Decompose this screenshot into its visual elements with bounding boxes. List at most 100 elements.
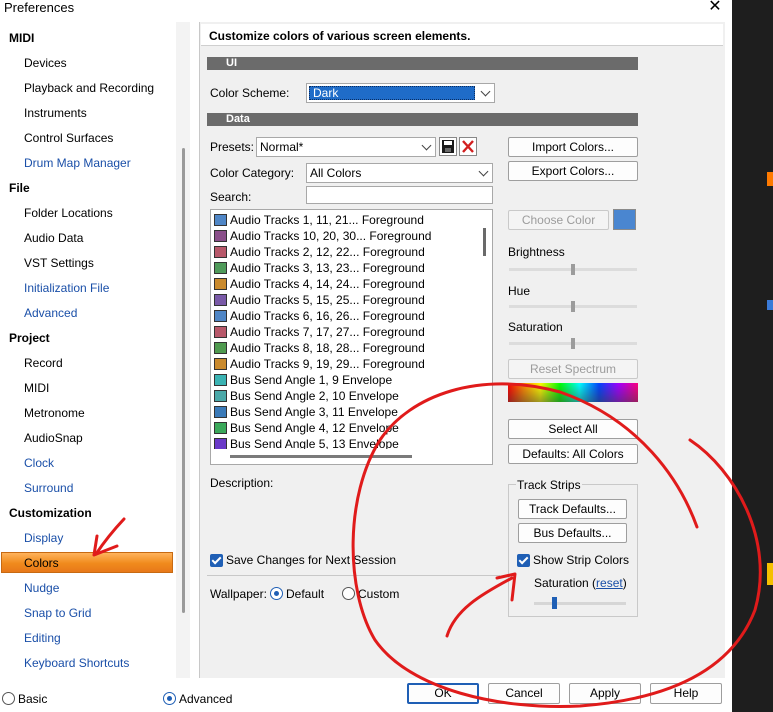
color-swatch bbox=[214, 230, 227, 242]
close-icon[interactable]: ✕ bbox=[706, 0, 724, 16]
nav-item-colors[interactable]: Colors bbox=[24, 556, 59, 570]
background-app-strip bbox=[732, 0, 773, 712]
list-item-label: Audio Tracks 3, 13, 23... Foreground bbox=[230, 261, 425, 275]
nav-section-header: Project bbox=[9, 331, 50, 345]
save-changes-checkbox[interactable] bbox=[210, 554, 223, 567]
color-spectrum-shade bbox=[508, 383, 638, 402]
color-swatch bbox=[214, 422, 227, 434]
list-item-label: Bus Send Angle 2, 10 Envelope bbox=[230, 389, 399, 403]
search-label: Search: bbox=[210, 190, 252, 204]
ui-section-bar: UI bbox=[207, 57, 638, 70]
nav-section-header: Customization bbox=[9, 506, 92, 520]
chosen-color-swatch[interactable] bbox=[613, 209, 636, 230]
saturation-label: Saturation bbox=[508, 320, 563, 334]
wallpaper-custom-radio[interactable] bbox=[342, 587, 355, 600]
description-label: Description: bbox=[210, 476, 274, 490]
import-colors-button[interactable]: Import Colors... bbox=[508, 137, 638, 157]
color-swatch bbox=[214, 262, 227, 274]
nav-item-advanced[interactable]: Advanced bbox=[24, 306, 77, 320]
nav-item-instruments[interactable]: Instruments bbox=[24, 106, 87, 120]
section-label: UI bbox=[226, 57, 237, 69]
list-item-label: Audio Tracks 10, 20, 30... Foreground bbox=[230, 229, 432, 243]
list-item-label: Bus Send Angle 1, 9 Envelope bbox=[230, 373, 393, 387]
nav-item-playback-and-recording[interactable]: Playback and Recording bbox=[24, 81, 154, 95]
nav-item-nudge[interactable]: Nudge bbox=[24, 581, 59, 595]
apply-button[interactable]: Apply bbox=[569, 683, 641, 704]
show-strip-colors-checkbox[interactable] bbox=[517, 554, 530, 567]
nav-item-clock[interactable]: Clock bbox=[24, 456, 54, 470]
brightness-label: Brightness bbox=[508, 245, 565, 259]
red-x-icon bbox=[462, 140, 474, 153]
nav-item-audiosnap[interactable]: AudioSnap bbox=[24, 431, 83, 445]
delete-preset-button[interactable] bbox=[459, 137, 477, 156]
background-accent bbox=[767, 172, 773, 186]
nav-item-control-surfaces[interactable]: Control Surfaces bbox=[24, 131, 113, 145]
nav-item-midi[interactable]: MIDI bbox=[24, 381, 49, 395]
background-accent bbox=[767, 563, 773, 585]
color-swatch bbox=[214, 246, 227, 258]
strip-saturation-paren: ) bbox=[622, 576, 627, 590]
color-swatch bbox=[214, 294, 227, 306]
basic-mode-radio[interactable] bbox=[2, 692, 15, 705]
nav-item-vst-settings[interactable]: VST Settings bbox=[24, 256, 94, 270]
help-button[interactable]: Help bbox=[650, 683, 722, 704]
chevron-down-icon bbox=[421, 140, 432, 151]
preferences-nav bbox=[0, 22, 191, 678]
select-all-button[interactable]: Select All bbox=[508, 419, 638, 439]
nav-item-devices[interactable]: Devices bbox=[24, 56, 67, 70]
bus-defaults-button[interactable]: Bus Defaults... bbox=[518, 523, 627, 543]
list-item-label: Audio Tracks 9, 19, 29... Foreground bbox=[230, 357, 425, 371]
search-input[interactable] bbox=[306, 186, 493, 204]
nav-item-drum-map-manager[interactable]: Drum Map Manager bbox=[24, 156, 131, 170]
nav-item-keyboard-shortcuts[interactable]: Keyboard Shortcuts bbox=[24, 656, 129, 670]
presets-select[interactable]: Normal* bbox=[256, 137, 436, 157]
floppy-disk-icon bbox=[442, 140, 454, 153]
saturation-slider-thumb[interactable] bbox=[571, 338, 575, 349]
color-scheme-select[interactable]: Dark bbox=[306, 83, 495, 103]
nav-item-display[interactable]: Display bbox=[24, 531, 63, 545]
list-item-label: Audio Tracks 1, 11, 21... Foreground bbox=[230, 213, 424, 227]
nav-item-audio-data[interactable]: Audio Data bbox=[24, 231, 83, 245]
advanced-mode-radio[interactable] bbox=[163, 692, 176, 705]
wallpaper-default-radio[interactable] bbox=[270, 587, 283, 600]
nav-item-metronome[interactable]: Metronome bbox=[24, 406, 85, 420]
defaults-all-colors-button[interactable]: Defaults: All Colors bbox=[508, 444, 638, 464]
color-element-list[interactable]: Audio Tracks 1, 11, 21... Foreground Audi… bbox=[210, 209, 493, 465]
strip-saturation-slider-thumb[interactable] bbox=[551, 597, 557, 609]
chevron-down-icon bbox=[480, 86, 491, 97]
nav-item-folder-locations[interactable]: Folder Locations bbox=[24, 206, 113, 220]
list-item-label: Bus Send Angle 4, 12 Envelope bbox=[230, 421, 399, 435]
color-swatch bbox=[214, 406, 227, 418]
list-horizontal-scrollbar-thumb[interactable] bbox=[230, 455, 412, 458]
color-swatch bbox=[214, 358, 227, 370]
strip-saturation-label: Saturation (reset) bbox=[534, 576, 627, 590]
strip-saturation-reset-link[interactable]: reset bbox=[596, 576, 623, 590]
list-vertical-scrollbar-thumb[interactable] bbox=[483, 228, 486, 256]
nav-item-surround[interactable]: Surround bbox=[24, 481, 73, 495]
export-colors-button[interactable]: Export Colors... bbox=[508, 161, 638, 181]
nav-item-record[interactable]: Record bbox=[24, 356, 63, 370]
window-title: Preferences bbox=[4, 0, 75, 15]
title-bar: Preferences ✕ bbox=[0, 0, 732, 18]
choose-color-button[interactable]: Choose Color bbox=[508, 210, 609, 230]
reset-spectrum-button[interactable]: Reset Spectrum bbox=[508, 359, 638, 379]
brightness-slider-thumb[interactable] bbox=[571, 264, 575, 275]
nav-item-initialization-file[interactable]: Initialization File bbox=[24, 281, 109, 295]
color-category-select[interactable]: All Colors bbox=[306, 163, 493, 183]
cancel-button[interactable]: Cancel bbox=[488, 683, 560, 704]
hue-slider-thumb[interactable] bbox=[571, 301, 575, 312]
color-category-label: Color Category: bbox=[210, 166, 295, 180]
nav-item-snap-to-grid[interactable]: Snap to Grid bbox=[24, 606, 91, 620]
track-defaults-button[interactable]: Track Defaults... bbox=[518, 499, 627, 519]
advanced-mode-label: Advanced bbox=[179, 692, 233, 706]
nav-scrollbar-thumb[interactable] bbox=[182, 148, 185, 613]
nav-item-editing[interactable]: Editing bbox=[24, 631, 61, 645]
track-strips-label: Track Strips bbox=[516, 478, 582, 492]
color-swatch bbox=[214, 326, 227, 338]
presets-label: Presets: bbox=[210, 140, 255, 154]
strip-saturation-slider[interactable] bbox=[534, 602, 626, 605]
save-preset-button[interactable] bbox=[439, 137, 457, 156]
wallpaper-default-label: Default bbox=[286, 587, 325, 601]
basic-mode-label: Basic bbox=[18, 692, 48, 706]
ok-button[interactable]: OK bbox=[407, 683, 479, 704]
